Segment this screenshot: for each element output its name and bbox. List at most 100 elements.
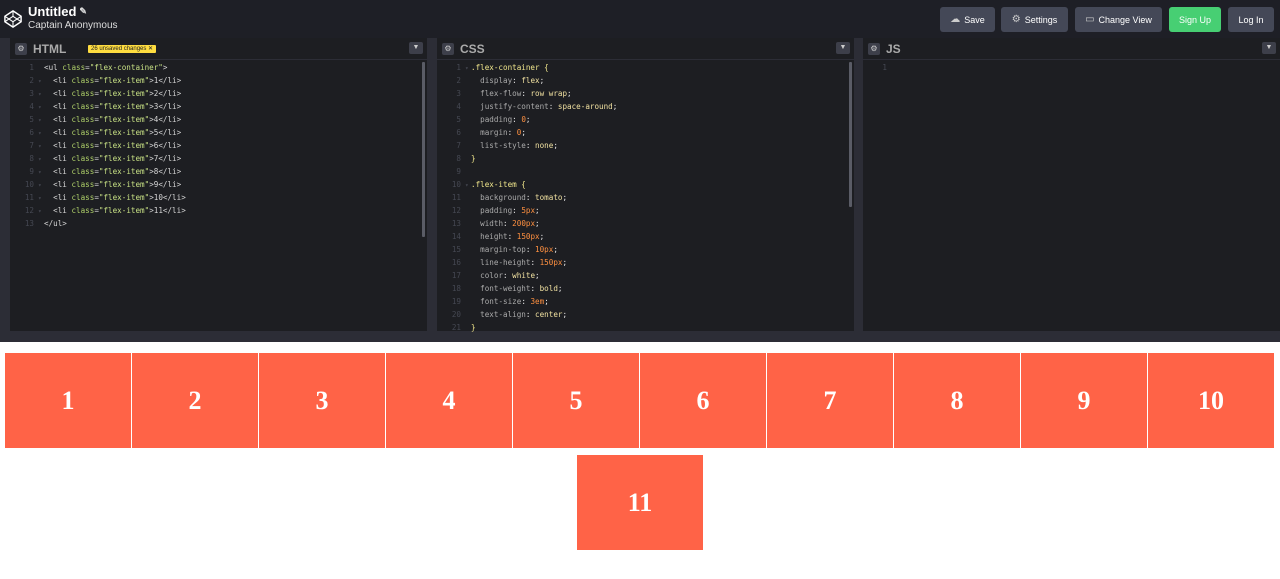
line-number: 18 (451, 284, 461, 293)
line-number: 20 (451, 310, 461, 319)
line-number: 17 (451, 271, 461, 280)
code-line: 13 </ul> (10, 218, 186, 231)
html-code-editor[interactable]: 1 <ul class="flex-container"> 2 ▾ <li clas… (10, 62, 186, 231)
signup-label: Sign Up (1178, 14, 1212, 25)
code-text: </ul> (44, 219, 67, 228)
flex-item-box: 1 (5, 353, 131, 448)
code-text: <li class="flex-item">4</li> (53, 115, 182, 124)
change-view-label: Change View (1098, 14, 1152, 25)
code-text: <li class="flex-item">1</li> (53, 76, 182, 85)
js-pane-title: JS (886, 42, 901, 56)
code-line: 2 display: flex; (437, 75, 617, 88)
flex-item-box: 6 (640, 353, 766, 448)
js-editor-pane: ⚙ JS ▼ 1 (863, 38, 1280, 331)
code-line: 19 font-size: 3em; (437, 296, 617, 309)
code-text: line-height: 150px; (480, 258, 568, 267)
line-number: 2 (456, 76, 461, 85)
flex-item-box: 9 (1021, 353, 1147, 448)
code-line: 12 padding: 5px; (437, 205, 617, 218)
line-number: 21 (451, 323, 461, 332)
result-preview: 1 2 3 4 5 6 7 8 9 10 11 (0, 342, 1280, 579)
code-text: flex-flow: row wrap; (480, 89, 572, 98)
code-line: 13 width: 200px; (437, 218, 617, 231)
code-line: 14 height: 150px; (437, 231, 617, 244)
signup-button[interactable]: Sign Up (1169, 7, 1221, 32)
fold-arrow-icon[interactable] (891, 63, 897, 75)
top-bar: Untitled ✎ Captain Anonymous ☁ Save ⚙ Se… (0, 0, 1280, 38)
flex-item-box: 4 (386, 353, 512, 448)
line-number: 4 (456, 102, 461, 111)
line-number: 12 (24, 206, 34, 215)
code-text: display: flex; (480, 76, 545, 85)
code-text: <li class="flex-item">7</li> (53, 154, 182, 163)
line-number: 15 (451, 245, 461, 254)
code-line: 1 <ul class="flex-container"> (10, 62, 186, 75)
html-collapse-chevron-down-icon[interactable]: ▼ (409, 42, 423, 54)
flex-item-box: 10 (1148, 353, 1274, 448)
css-code-editor[interactable]: 1 ▾ .flex-container {2 display: flex; 3 fle… (437, 62, 618, 335)
css-settings-gear-icon[interactable]: ⚙ (442, 43, 454, 55)
editor-area: ⚙ HTML 26 unsaved changes ✕ ▼ 1 <ul clas… (0, 38, 1280, 342)
html-settings-gear-icon[interactable]: ⚙ (15, 43, 27, 55)
code-line: 10 ▾ .flex-item { (437, 179, 617, 192)
code-text: <li class="flex-item">9</li> (53, 180, 182, 189)
code-text: font-weight: bold; (480, 284, 563, 293)
pen-title[interactable]: Untitled (28, 4, 76, 19)
code-text: color: white; (480, 271, 540, 280)
edit-pencil-icon[interactable]: ✎ (79, 4, 87, 19)
code-line: 21 } (437, 322, 617, 335)
css-scrollbar[interactable] (849, 62, 852, 207)
line-number: 16 (451, 258, 461, 267)
code-text: } (471, 323, 476, 332)
login-label: Log In (1238, 14, 1264, 25)
js-pane-header: ⚙ JS ▼ (863, 38, 1280, 60)
code-text: <li class="flex-item">11</li> (53, 206, 186, 215)
save-button[interactable]: ☁ Save (940, 7, 995, 32)
css-pane-title: CSS (460, 42, 485, 56)
line-number: 8 (456, 154, 461, 163)
line-number: 7 (456, 141, 461, 150)
code-line: 3 flex-flow: row wrap; (437, 88, 617, 101)
fold-arrow-icon[interactable] (465, 167, 471, 179)
line-number: 11 (451, 193, 461, 202)
code-line: 17 color: white; (437, 270, 617, 283)
line-number: 9 (456, 167, 461, 176)
code-line: 20 text-align: center; (437, 309, 617, 322)
line-number: 6 (29, 128, 34, 137)
change-view-button[interactable]: ▭ Change View (1075, 7, 1162, 32)
flex-item-box: 8 (894, 353, 1020, 448)
author-name: Captain Anonymous (28, 20, 118, 31)
code-line: 5 ▾ <li class="flex-item">4</li> (10, 114, 186, 127)
html-editor-pane: ⚙ HTML 26 unsaved changes ✕ ▼ 1 <ul clas… (10, 38, 427, 331)
settings-button[interactable]: ⚙ Settings (1001, 7, 1068, 32)
code-text: background: tomato; (480, 193, 568, 202)
code-text: <li class="flex-item">10</li> (53, 193, 186, 202)
html-scrollbar[interactable] (422, 62, 425, 237)
code-text: width: 200px; (480, 219, 540, 228)
code-text: list-style: none; (480, 141, 558, 150)
code-line: 1 ▾ .flex-container { (437, 62, 617, 75)
login-button[interactable]: Log In (1228, 7, 1274, 32)
line-number: 1 (29, 63, 34, 72)
html-pane-title: HTML (33, 42, 67, 56)
code-text: <li class="flex-item">6</li> (53, 141, 182, 150)
code-line: 9 ▾ <li class="flex-item">8</li> (10, 166, 186, 179)
save-label: Save (964, 14, 985, 25)
code-line: 1 (863, 62, 897, 75)
code-line: 9 (437, 166, 617, 179)
code-text: justify-content: space-around; (480, 102, 618, 111)
line-number: 10 (451, 180, 461, 189)
css-collapse-chevron-down-icon[interactable]: ▼ (836, 42, 850, 54)
code-line: 12 ▾ <li class="flex-item">11</li> (10, 205, 186, 218)
codepen-logo-icon[interactable] (4, 10, 22, 28)
gear-icon: ⚙ (1011, 14, 1021, 25)
js-settings-gear-icon[interactable]: ⚙ (868, 43, 880, 55)
code-text: height: 150px; (480, 232, 545, 241)
line-number: 4 (29, 102, 34, 111)
js-collapse-chevron-down-icon[interactable]: ▼ (1262, 42, 1276, 54)
line-number: 5 (456, 115, 461, 124)
unsaved-changes-badge[interactable]: 26 unsaved changes ✕ (88, 45, 157, 53)
code-line: 5 padding: 0; (437, 114, 617, 127)
js-code-editor[interactable]: 1 (863, 62, 897, 75)
code-line: 11 background: tomato; (437, 192, 617, 205)
